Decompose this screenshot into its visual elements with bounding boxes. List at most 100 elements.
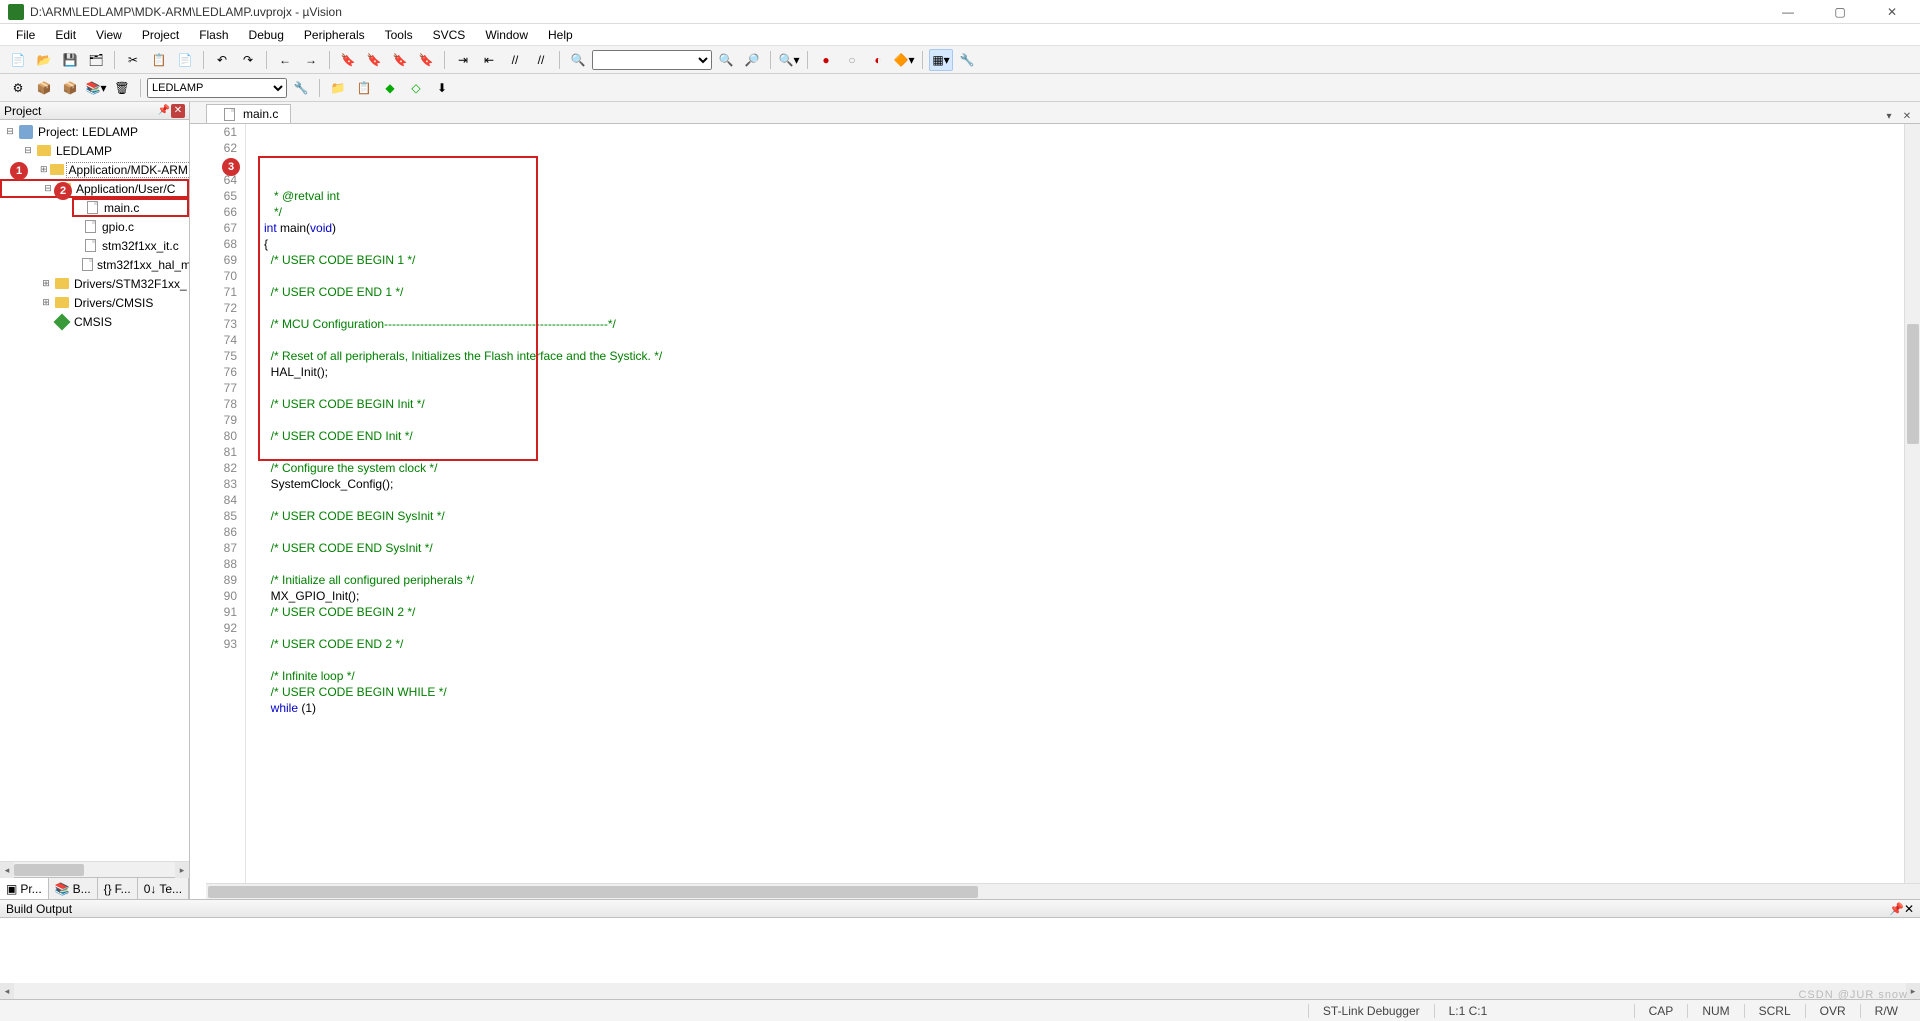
find-combo[interactable] bbox=[592, 50, 712, 70]
project-tree[interactable]: 1 2 ⊟ Project: LEDLAMP ⊟ LEDLAMP ⊞ Appli… bbox=[0, 120, 189, 861]
expand-icon[interactable]: ⊞ bbox=[40, 297, 52, 308]
menu-help[interactable]: Help bbox=[538, 26, 583, 44]
tree-group-cmsis-drv[interactable]: ⊞ Drivers/CMSIS bbox=[0, 293, 189, 312]
expand-icon[interactable]: ⊟ bbox=[22, 145, 34, 156]
editor-vscroll[interactable] bbox=[1904, 124, 1920, 883]
stop-build-icon[interactable]: 🗑 bbox=[110, 77, 134, 99]
scroll-left-icon[interactable]: ◂ bbox=[0, 983, 14, 999]
scroll-thumb[interactable] bbox=[208, 886, 978, 898]
build-output-body[interactable] bbox=[0, 918, 1920, 983]
expand-icon[interactable]: ⊟ bbox=[42, 183, 54, 194]
code-text-area[interactable]: 3 * @retval int */int main(void){ /* USE… bbox=[260, 124, 1904, 883]
tree-group-mdkarm[interactable]: ⊞ Application/MDK-ARM bbox=[0, 160, 189, 179]
pack-installer-icon[interactable]: ◇ bbox=[404, 77, 428, 99]
tree-group-stm32[interactable]: ⊞ Drivers/STM32F1xx_ bbox=[0, 274, 189, 293]
tree-file-gpio[interactable]: gpio.c bbox=[72, 217, 189, 236]
tree-file-hal[interactable]: stm32f1xx_hal_m bbox=[72, 255, 189, 274]
scroll-thumb[interactable] bbox=[1907, 324, 1919, 444]
batch-build-icon[interactable]: 📚▾ bbox=[84, 77, 108, 99]
project-hscroll[interactable]: ◂ ▸ bbox=[0, 861, 189, 877]
translate-icon[interactable]: ⚙ bbox=[6, 77, 30, 99]
tree-root[interactable]: ⊟ Project: LEDLAMP bbox=[0, 122, 189, 141]
incremental-find-icon[interactable]: 🔎 bbox=[740, 49, 764, 71]
cut-icon[interactable]: ✂ bbox=[121, 49, 145, 71]
tab-functions[interactable]: {}F... bbox=[98, 878, 138, 899]
nav-fwd-icon[interactable]: → bbox=[299, 49, 323, 71]
open-file-icon[interactable]: 📂 bbox=[32, 49, 56, 71]
expand-icon[interactable]: ⊟ bbox=[4, 126, 16, 137]
close-button[interactable]: ✕ bbox=[1872, 2, 1912, 22]
debug-start-icon[interactable]: 🔍▾ bbox=[777, 49, 801, 71]
menu-flash[interactable]: Flash bbox=[189, 26, 238, 44]
bookmark-next-icon[interactable]: 🔖 bbox=[388, 49, 412, 71]
menu-svcs[interactable]: SVCS bbox=[423, 26, 476, 44]
unindent-icon[interactable]: ⇤ bbox=[477, 49, 501, 71]
maximize-button[interactable]: ▢ bbox=[1820, 2, 1860, 22]
select-pack-icon[interactable]: ◆ bbox=[378, 77, 402, 99]
load-icon[interactable]: ⬇ bbox=[430, 77, 454, 99]
breakpoint-insert-icon[interactable]: ● bbox=[814, 49, 838, 71]
menu-project[interactable]: Project bbox=[132, 26, 189, 44]
tab-project[interactable]: ▣Pr... bbox=[0, 878, 49, 899]
tab-templates[interactable]: 0↓Te... bbox=[138, 878, 189, 899]
minimize-button[interactable]: — bbox=[1768, 2, 1808, 22]
editor-hscroll[interactable] bbox=[206, 883, 1920, 899]
uncomment-icon[interactable]: // bbox=[529, 49, 553, 71]
tree-group-cmsis[interactable]: ⊞ CMSIS bbox=[0, 312, 189, 331]
build-icon[interactable]: 📦 bbox=[32, 77, 56, 99]
menu-file[interactable]: File bbox=[6, 26, 45, 44]
expand-icon[interactable]: ⊞ bbox=[40, 278, 52, 289]
find-icon[interactable]: 🔍 bbox=[714, 49, 738, 71]
breakpoint-kill-icon[interactable]: 🔶▾ bbox=[892, 49, 916, 71]
new-file-icon[interactable]: 📄 bbox=[6, 49, 30, 71]
target-select[interactable]: LEDLAMP bbox=[147, 78, 287, 98]
breakpoint-disable-icon[interactable]: ◐ bbox=[866, 49, 890, 71]
save-all-icon[interactable]: 🗂 bbox=[84, 49, 108, 71]
save-icon[interactable]: 💾 bbox=[58, 49, 82, 71]
tree-file-main[interactable]: main.c bbox=[72, 198, 189, 217]
menu-peripherals[interactable]: Peripherals bbox=[294, 26, 375, 44]
panel-pin-icon[interactable]: 📌 bbox=[157, 104, 171, 118]
nav-back-icon[interactable]: ← bbox=[273, 49, 297, 71]
bookmark-toggle-icon[interactable]: 🔖 bbox=[336, 49, 360, 71]
scroll-thumb[interactable] bbox=[14, 864, 84, 876]
expand-icon[interactable]: ⊞ bbox=[40, 164, 48, 175]
menu-edit[interactable]: Edit bbox=[45, 26, 86, 44]
rebuild-icon[interactable]: 📦 bbox=[58, 77, 82, 99]
scroll-right-icon[interactable]: ▸ bbox=[175, 862, 189, 878]
window-layout-icon[interactable]: ▦▾ bbox=[929, 49, 953, 71]
target-options-icon[interactable]: 🔧 bbox=[289, 77, 313, 99]
tab-books[interactable]: 📚B... bbox=[49, 878, 98, 899]
scroll-right-icon[interactable]: ▸ bbox=[1906, 983, 1920, 999]
build-hscroll[interactable]: ◂ ▸ bbox=[0, 983, 1920, 999]
copy-icon[interactable]: 📋 bbox=[147, 49, 171, 71]
bookmark-prev-icon[interactable]: 🔖 bbox=[362, 49, 386, 71]
bookmark-clear-icon[interactable]: 🔖 bbox=[414, 49, 438, 71]
panel-close-icon[interactable]: ✕ bbox=[1904, 902, 1914, 916]
comment-icon[interactable]: // bbox=[503, 49, 527, 71]
tree-target[interactable]: ⊟ LEDLAMP bbox=[0, 141, 189, 160]
menu-debug[interactable]: Debug bbox=[239, 26, 294, 44]
configure-icon[interactable]: 🔧 bbox=[955, 49, 979, 71]
code-editor[interactable]: 6162636465666768697071727374757677787980… bbox=[190, 124, 1920, 883]
tree-group-user[interactable]: ⊟ Application/User/C bbox=[0, 179, 189, 198]
undo-icon[interactable]: ↶ bbox=[210, 49, 234, 71]
tree-file-it[interactable]: stm32f1xx_it.c bbox=[72, 236, 189, 255]
indent-icon[interactable]: ⇥ bbox=[451, 49, 475, 71]
menu-tools[interactable]: Tools bbox=[375, 26, 423, 44]
tab-dropdown-icon[interactable]: ▾ bbox=[1882, 109, 1896, 123]
file-tab-main[interactable]: main.c bbox=[206, 104, 291, 123]
menu-window[interactable]: Window bbox=[475, 26, 538, 44]
breakpoint-enable-icon[interactable]: ○ bbox=[840, 49, 864, 71]
file-ext-icon[interactable]: 📁 bbox=[326, 77, 350, 99]
scroll-left-icon[interactable]: ◂ bbox=[0, 862, 14, 878]
redo-icon[interactable]: ↷ bbox=[236, 49, 260, 71]
menu-view[interactable]: View bbox=[86, 26, 132, 44]
panel-close-icon[interactable]: ✕ bbox=[171, 104, 185, 118]
manage-icon[interactable]: 📋 bbox=[352, 77, 376, 99]
tab-close-icon[interactable]: ✕ bbox=[1900, 109, 1914, 123]
panel-pin-icon[interactable]: 📌 bbox=[1889, 902, 1904, 916]
paste-icon[interactable]: 📄 bbox=[173, 49, 197, 71]
fold-gutter[interactable] bbox=[246, 124, 260, 883]
find-in-files-icon[interactable]: 🔍 bbox=[566, 49, 590, 71]
